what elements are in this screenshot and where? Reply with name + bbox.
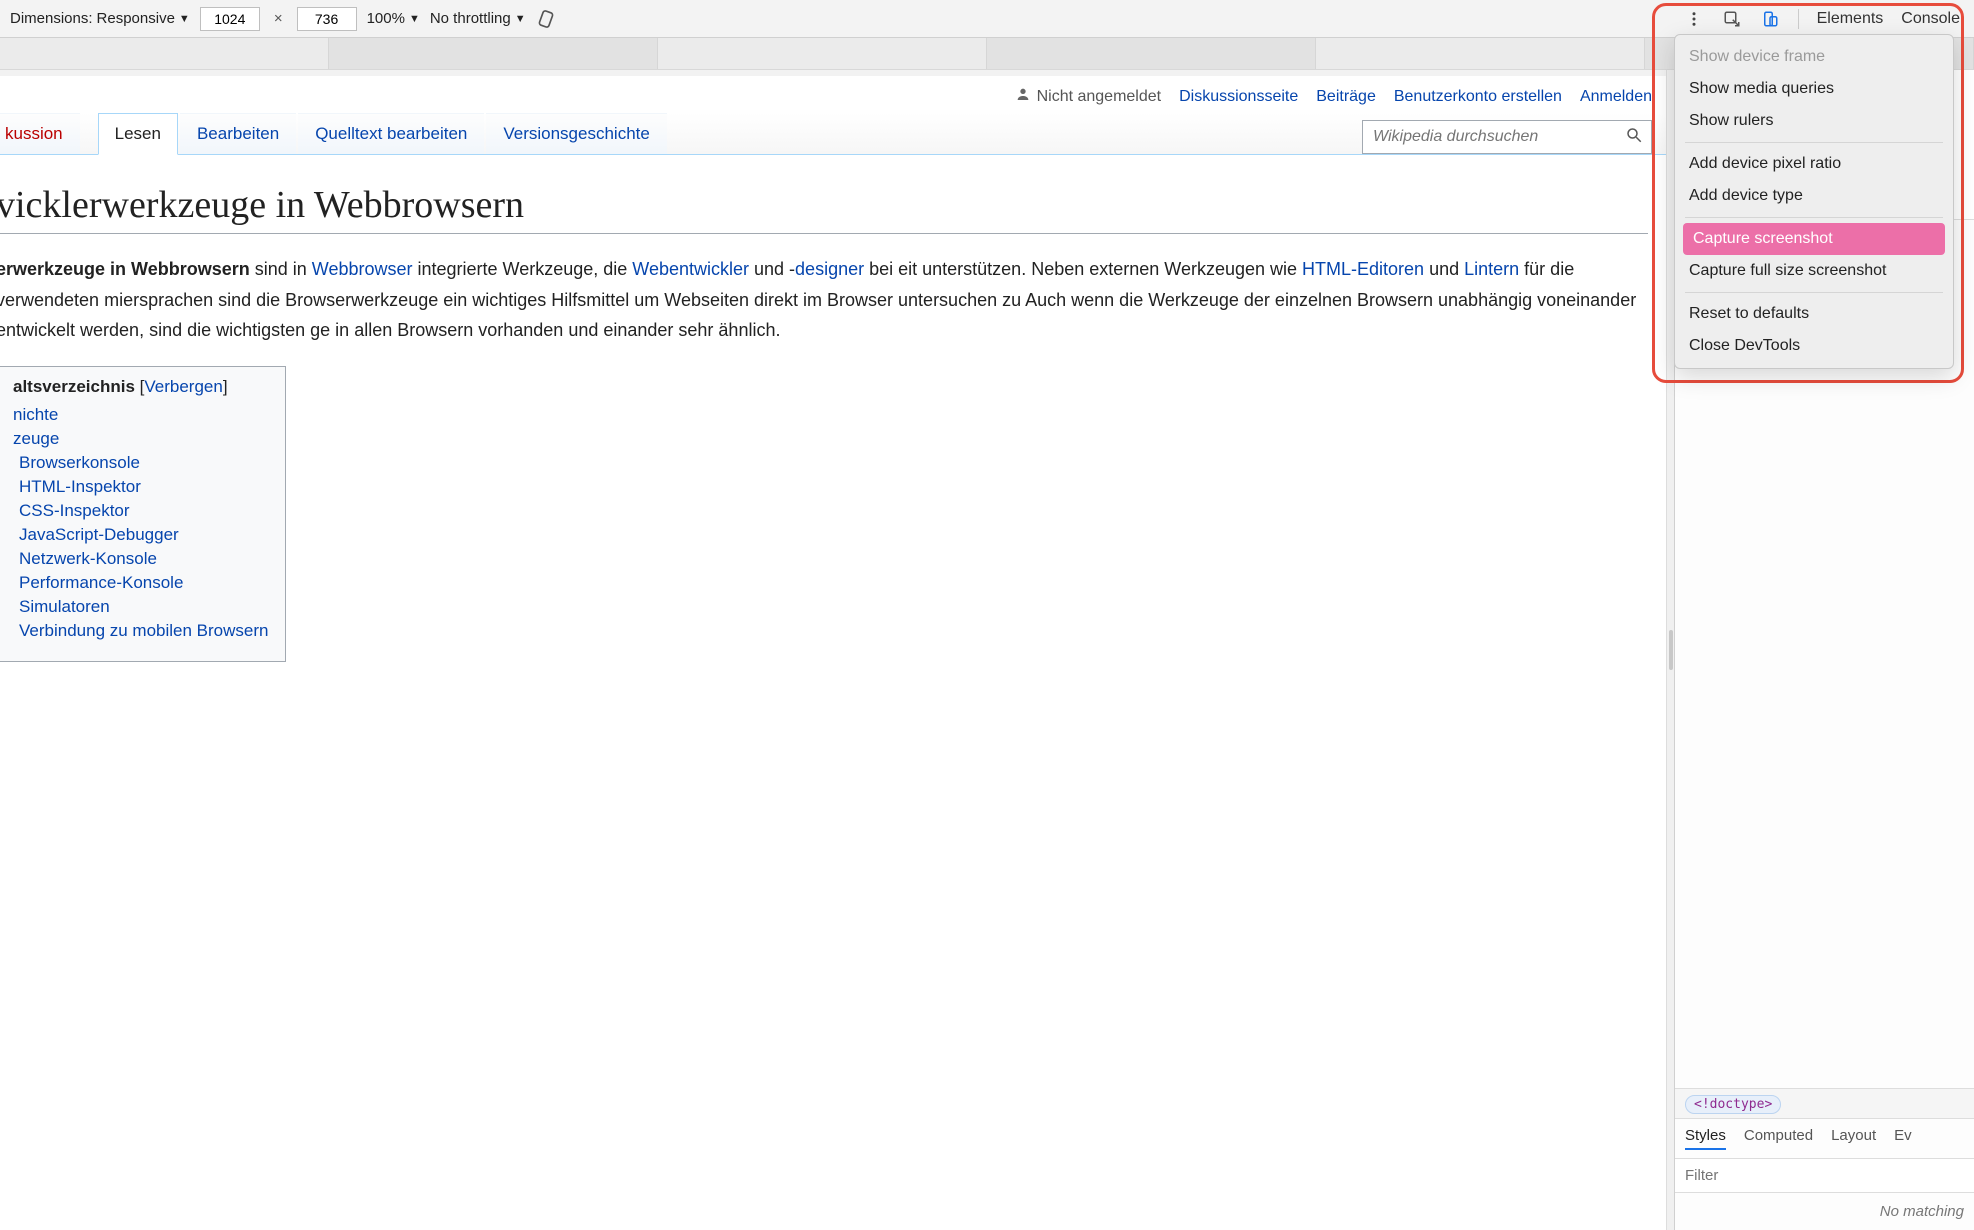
subtab-styles[interactable]: Styles (1685, 1127, 1726, 1150)
toc-link[interactable]: nichte (13, 405, 58, 424)
not-logged-label: Nicht angemeldet (1037, 88, 1162, 106)
styles-filter-input[interactable] (1675, 1159, 1974, 1193)
link-webbrowser[interactable]: Webbrowser (312, 259, 413, 279)
tab-edit-source[interactable]: Quelltext bearbeiten (298, 113, 484, 154)
page-viewport: Nicht angemeldet Diskussionsseite Beiträ… (0, 70, 1666, 1230)
viewport-width-input[interactable] (200, 7, 260, 31)
kebab-menu-icon[interactable] (1684, 9, 1704, 29)
device-toolbar: Dimensions: Responsive ▼ × 100% ▼ No thr… (0, 0, 1974, 38)
nav-login[interactable]: Anmelden (1580, 88, 1652, 106)
toc-link[interactable]: Simulatoren (19, 597, 110, 616)
toc-link[interactable]: zeuge (13, 429, 59, 448)
toc-link[interactable]: JavaScript-Debugger (19, 525, 179, 544)
toc-item: zeuge (13, 429, 269, 449)
tab-elements[interactable]: Elements (1817, 10, 1884, 28)
toggle-device-icon[interactable] (1760, 9, 1780, 29)
toc-item: CSS-Inspektor (19, 501, 269, 521)
nav-contribs[interactable]: Beiträge (1316, 88, 1376, 106)
zoom-value: 100% (367, 10, 405, 27)
styles-subtabs: Styles Computed Layout Ev (1675, 1119, 1974, 1159)
tab-history[interactable]: Versionsgeschichte (486, 113, 666, 154)
menu-item-show-media-queries[interactable]: Show media queries (1675, 73, 1953, 105)
toc-item: Performance-Konsole (19, 573, 269, 593)
elements-breadcrumb[interactable]: <!doctype> (1675, 1088, 1974, 1119)
menu-item-show-device-frame: Show device frame (1675, 41, 1953, 73)
throttling-value: No throttling (430, 10, 511, 27)
menu-item-add-device-type[interactable]: Add device type (1675, 180, 1953, 212)
table-of-contents: altsverzeichnis [Verbergen] nichtezeugeB… (0, 366, 286, 662)
toc-link[interactable]: Netzwerk-Konsole (19, 549, 157, 568)
toc-toggle[interactable]: Verbergen (144, 377, 222, 396)
breadcrumb-node[interactable]: <!doctype> (1685, 1095, 1781, 1114)
toc-link[interactable]: Performance-Konsole (19, 573, 183, 592)
subtab-layout[interactable]: Layout (1831, 1127, 1876, 1150)
toc-item: Netzwerk-Konsole (19, 549, 269, 569)
nav-talk[interactable]: Diskussionsseite (1179, 88, 1298, 106)
search-box[interactable] (1362, 120, 1652, 154)
lead-paragraph: erwerkzeuge in Webbrowsern sind in Webbr… (0, 254, 1648, 346)
menu-item-add-device-pixel-ratio[interactable]: Add device pixel ratio (1675, 148, 1953, 180)
throttling-dropdown[interactable]: No throttling ▼ (430, 10, 526, 27)
caret-down-icon: ▼ (409, 13, 420, 25)
user-icon (1015, 86, 1031, 107)
menu-item-capture-screenshot[interactable]: Capture screenshot (1683, 223, 1945, 255)
no-matching-message: No matching (1675, 1193, 1974, 1230)
toc-heading: altsverzeichnis (13, 377, 135, 396)
menu-item-show-rulers[interactable]: Show rulers (1675, 105, 1953, 137)
page-title: vicklerwerkzeuge in Webbrowsern (0, 183, 1648, 234)
caret-down-icon: ▼ (515, 13, 526, 25)
dimensions-label: Dimensions: (10, 10, 93, 27)
toc-item: JavaScript-Debugger (19, 525, 269, 545)
link-html-editoren[interactable]: HTML-Editoren (1302, 259, 1424, 279)
toc-item: nichte (13, 405, 269, 425)
dimensions-dropdown[interactable]: Dimensions: Responsive ▼ (10, 10, 190, 27)
caret-down-icon: ▼ (179, 13, 190, 25)
lead-bold: erwerkzeuge in Webbrowsern (0, 259, 250, 279)
device-name: Responsive (97, 10, 175, 27)
menu-item-reset-to-defaults[interactable]: Reset to defaults (1675, 298, 1953, 330)
link-designer[interactable]: designer (795, 259, 864, 279)
menu-item-capture-full-size-screenshot[interactable]: Capture full size screenshot (1675, 255, 1953, 287)
toc-item: Verbindung zu mobilen Browsern (19, 621, 269, 641)
tab-console[interactable]: Console (1901, 10, 1960, 28)
rotate-icon[interactable] (536, 9, 556, 29)
not-logged-in: Nicht angemeldet (1015, 86, 1162, 107)
tab-discussion[interactable]: kussion (0, 113, 80, 154)
element-picker-icon[interactable] (1722, 9, 1742, 29)
nav-create-account[interactable]: Benutzerkonto erstellen (1394, 88, 1562, 106)
dimension-separator: × (270, 10, 287, 27)
menu-item-close-devtools[interactable]: Close DevTools (1675, 330, 1953, 362)
subtab-ev[interactable]: Ev (1894, 1127, 1912, 1150)
viewport-height-input[interactable] (297, 7, 357, 31)
toc-item: Simulatoren (19, 597, 269, 617)
toc-item: Browserkonsole (19, 453, 269, 473)
devtools-menu: Show device frameShow media queriesShow … (1674, 34, 1954, 369)
tab-edit[interactable]: Bearbeiten (180, 113, 296, 154)
panel-resize-handle[interactable] (1666, 70, 1674, 1230)
article-content: vicklerwerkzeuge in Webbrowsern erwerkze… (0, 155, 1666, 672)
link-webentwickler[interactable]: Webentwickler (632, 259, 749, 279)
subtab-computed[interactable]: Computed (1744, 1127, 1813, 1150)
toc-link[interactable]: HTML-Inspektor (19, 477, 141, 496)
zoom-dropdown[interactable]: 100% ▼ (367, 10, 420, 27)
toc-item: HTML-Inspektor (19, 477, 269, 497)
tab-read[interactable]: Lesen (98, 113, 178, 155)
search-icon[interactable] (1625, 126, 1643, 149)
toc-link[interactable]: CSS-Inspektor (19, 501, 130, 520)
user-nav: Nicht angemeldet Diskussionsseite Beiträ… (0, 76, 1666, 113)
article-tabs: kussion Lesen Bearbeiten Quelltext bearb… (0, 113, 1666, 155)
toc-link[interactable]: Verbindung zu mobilen Browsern (19, 621, 268, 640)
link-lintern[interactable]: Lintern (1464, 259, 1519, 279)
search-input[interactable] (1373, 128, 1625, 146)
toc-link[interactable]: Browserkonsole (19, 453, 140, 472)
